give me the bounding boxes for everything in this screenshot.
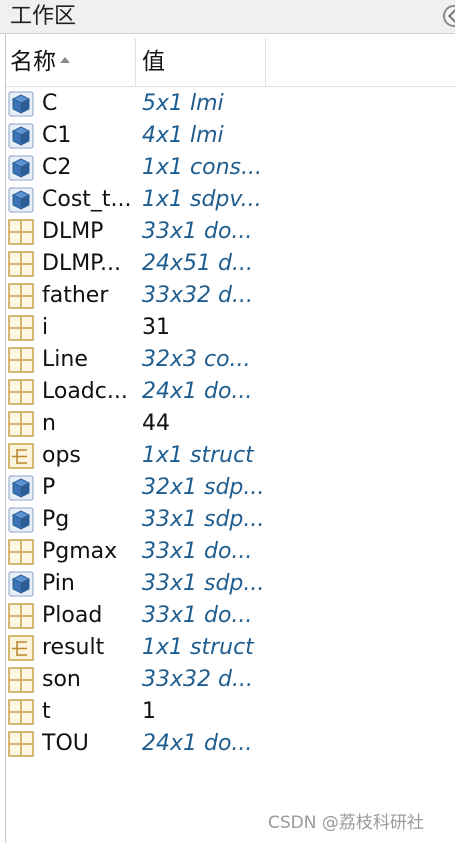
variable-name: TOU xyxy=(42,731,89,756)
variable-row[interactable]: Cost_t... 1x1 sdpv... xyxy=(6,184,455,216)
matrix-icon xyxy=(8,315,34,341)
variable-name: result xyxy=(42,635,105,660)
variable-name: DLMP xyxy=(42,219,104,244)
variable-name: P xyxy=(42,475,56,500)
name-column-label: 名称 xyxy=(10,49,56,75)
matrix-icon xyxy=(8,667,34,693)
variable-row[interactable]: TOU 24x1 do... xyxy=(6,728,455,760)
matrix-icon xyxy=(8,251,34,277)
variable-value: 33x32 d... xyxy=(142,667,253,692)
variable-name: Pg xyxy=(42,507,70,532)
matrix-icon xyxy=(8,731,34,757)
variable-list: C 5x1 lmi C1 4x1 lmi C2 1x1 cons... Cost_t... 1… xyxy=(6,88,455,760)
object-icon xyxy=(8,571,34,597)
variable-name: father xyxy=(42,283,109,308)
object-icon xyxy=(8,155,34,181)
variable-value: 4x1 lmi xyxy=(142,123,224,148)
variable-name: Pgmax xyxy=(42,539,118,564)
variable-row[interactable]: Pload 33x1 do... xyxy=(6,600,455,632)
variable-value: 33x1 sdp... xyxy=(142,571,265,596)
variable-row[interactable]: Pgmax 33x1 do... xyxy=(6,536,455,568)
variable-row[interactable]: i 31 xyxy=(6,312,455,344)
variable-name: son xyxy=(42,667,81,692)
matrix-icon xyxy=(8,411,34,437)
variable-value: 33x1 sdp... xyxy=(142,507,265,532)
variable-row[interactable]: C 5x1 lmi xyxy=(6,88,455,120)
variable-row[interactable]: t1 xyxy=(6,696,455,728)
value-column-header[interactable]: 值 xyxy=(136,38,266,86)
variable-name: C2 xyxy=(42,155,72,180)
variable-value: 1x1 struct xyxy=(142,635,254,660)
variable-name: Pload xyxy=(42,603,103,628)
variable-row[interactable]: DLMP... 24x51 d... xyxy=(6,248,455,280)
variable-value: 33x1 do... xyxy=(142,603,253,628)
variable-name: C xyxy=(42,91,58,116)
variable-name: DLMP... xyxy=(42,251,121,276)
object-icon xyxy=(8,123,34,149)
variable-value: 1 xyxy=(142,699,156,724)
variable-value: 24x51 d... xyxy=(142,251,253,276)
variable-row[interactable]: C1 4x1 lmi xyxy=(6,120,455,152)
matrix-icon xyxy=(8,379,34,405)
variable-value: 5x1 lmi xyxy=(142,91,224,116)
variable-row[interactable]: P 32x1 sdp... xyxy=(6,472,455,504)
name-column-header[interactable]: 名称 xyxy=(6,38,136,86)
variable-name: C1 xyxy=(42,123,72,148)
value-column-label: 值 xyxy=(142,49,165,75)
variable-name: ops xyxy=(42,443,81,468)
struct-icon xyxy=(8,443,34,469)
struct-icon xyxy=(8,635,34,661)
variable-name: t xyxy=(42,699,51,724)
variable-value: 1x1 sdpv... xyxy=(142,187,262,212)
variable-value: 32x3 co... xyxy=(142,347,251,372)
variable-row[interactable]: Pg 33x1 sdp... xyxy=(6,504,455,536)
variable-name: Pin xyxy=(42,571,75,596)
object-icon xyxy=(8,507,34,533)
variable-row[interactable]: Pin 33x1 sdp... xyxy=(6,568,455,600)
variable-value: 44 xyxy=(142,411,170,436)
variable-row[interactable]: n 44 xyxy=(6,408,455,440)
variable-name: Loadc... xyxy=(42,379,128,404)
sort-ascending-icon xyxy=(60,56,70,63)
matrix-icon xyxy=(8,699,34,725)
variable-value: 24x1 do... xyxy=(142,731,253,756)
object-icon xyxy=(8,187,34,213)
object-icon xyxy=(8,475,34,501)
variable-row[interactable]: C2 1x1 cons... xyxy=(6,152,455,184)
variable-value: 31 xyxy=(142,315,170,340)
variable-row[interactable]: father 33x32 d... xyxy=(6,280,455,312)
matrix-icon xyxy=(8,603,34,629)
variable-row[interactable]: result 1x1 struct xyxy=(6,632,455,664)
workspace-panel: 工作区 名称 值 C 5x1 lmi C1 4x1 lmi C2 1x1 cons... C… xyxy=(0,0,455,843)
variable-name: Line xyxy=(42,347,88,372)
variable-value: 24x1 do... xyxy=(142,379,253,404)
matrix-icon xyxy=(8,219,34,245)
variable-name: Cost_t... xyxy=(42,187,132,212)
variable-value: 33x1 do... xyxy=(142,219,253,244)
variable-row[interactable]: Line 32x3 co... xyxy=(6,344,455,376)
variable-row[interactable]: ops 1x1 struct xyxy=(6,440,455,472)
matrix-icon xyxy=(8,539,34,565)
watermark: CSDN @荔枝科研社 xyxy=(268,813,424,833)
panel-titlebar: 工作区 xyxy=(0,0,455,34)
panel-menu-button[interactable] xyxy=(443,5,455,27)
variable-value: 33x1 do... xyxy=(142,539,253,564)
variable-name: n xyxy=(42,411,56,436)
variable-row[interactable]: Loadc... 24x1 do... xyxy=(6,376,455,408)
object-icon xyxy=(8,91,34,117)
column-header: 名称 值 xyxy=(6,38,455,87)
variable-row[interactable]: son 33x32 d... xyxy=(6,664,455,696)
variable-value: 1x1 cons... xyxy=(142,155,262,180)
matrix-icon xyxy=(8,347,34,373)
variable-row[interactable]: DLMP 33x1 do... xyxy=(6,216,455,248)
variable-value: 32x1 sdp... xyxy=(142,475,265,500)
variable-name: i xyxy=(42,315,49,340)
panel-title: 工作区 xyxy=(10,4,77,29)
variable-value: 1x1 struct xyxy=(142,443,254,468)
variable-value: 33x32 d... xyxy=(142,283,253,308)
matrix-icon xyxy=(8,283,34,309)
